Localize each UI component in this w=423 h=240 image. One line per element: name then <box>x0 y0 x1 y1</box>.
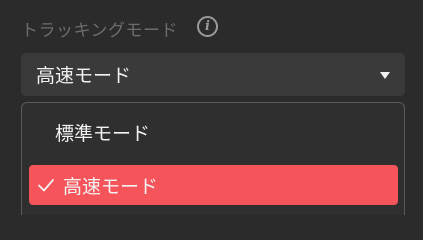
option-label: 高速モード <box>63 175 159 198</box>
option-label: 標準モード <box>55 122 151 145</box>
option-fast-mode[interactable]: 高速モード <box>29 165 398 205</box>
option-standard-mode[interactable]: 標準モード <box>29 112 398 152</box>
tracking-mode-dropdown: 標準モード 高速モード <box>21 102 405 215</box>
tracking-mode-label: トラッキングモード <box>21 20 178 41</box>
tracking-mode-select[interactable]: 高速モード <box>21 53 405 96</box>
select-value: 高速モード <box>36 65 132 87</box>
info-icon[interactable]: i <box>197 16 218 37</box>
check-icon <box>38 179 54 192</box>
caret-down-icon <box>380 72 390 79</box>
